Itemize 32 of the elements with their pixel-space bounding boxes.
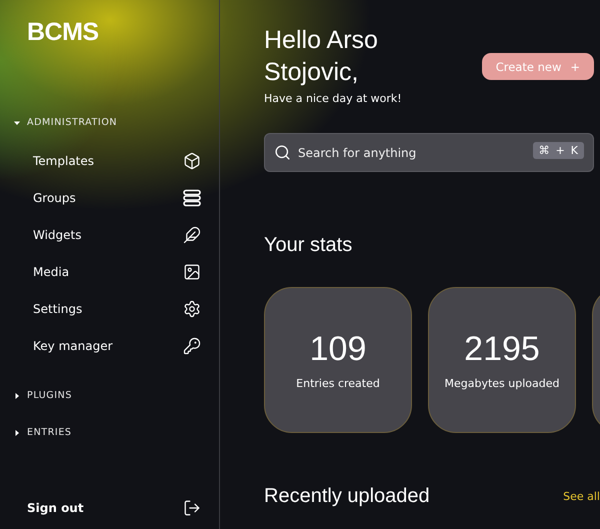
see-all-link[interactable]: See all	[563, 490, 600, 503]
nav-item[interactable]: Media	[14, 253, 201, 290]
section-header[interactable]: ENTRIES	[14, 427, 72, 438]
caret-icon	[14, 430, 20, 436]
cube-icon	[183, 152, 201, 170]
shortcut-hint: ⌘ + K	[532, 142, 584, 159]
stat-value: 109	[310, 330, 366, 369]
section-title: Recently uploaded	[264, 485, 430, 508]
feather-icon	[183, 226, 201, 244]
stat-label: Entries created	[296, 377, 380, 390]
section-header[interactable]: ADMINISTRATION	[14, 117, 118, 128]
key-icon	[183, 336, 201, 354]
section-header[interactable]: PLUGINS	[14, 390, 72, 401]
nav-item[interactable]: Widgets	[14, 216, 201, 253]
greeting-title: Hello Arso Stojovic,	[264, 25, 379, 88]
settings-icon	[183, 300, 201, 318]
section-title: Your stats	[264, 234, 354, 257]
nav-item[interactable]: Groups	[14, 179, 201, 216]
sign-out-button[interactable]: Sign out	[14, 499, 201, 517]
caret-icon	[14, 120, 20, 126]
stack-icon	[183, 188, 201, 206]
stat-label: Megabytes uploaded	[444, 377, 560, 390]
logo: BCMS	[27, 18, 99, 47]
nav-item[interactable]: Templates	[14, 142, 201, 179]
sign-out-icon	[183, 499, 201, 517]
caret-icon	[14, 392, 20, 398]
stat-value: 2195	[464, 330, 540, 369]
greeting-subtitle: Have a nice day at work!	[264, 92, 403, 105]
image-icon	[183, 262, 201, 280]
search-icon	[274, 144, 291, 161]
nav-item[interactable]: Key manager	[14, 327, 201, 364]
nav-item[interactable]: Settings	[14, 290, 201, 327]
